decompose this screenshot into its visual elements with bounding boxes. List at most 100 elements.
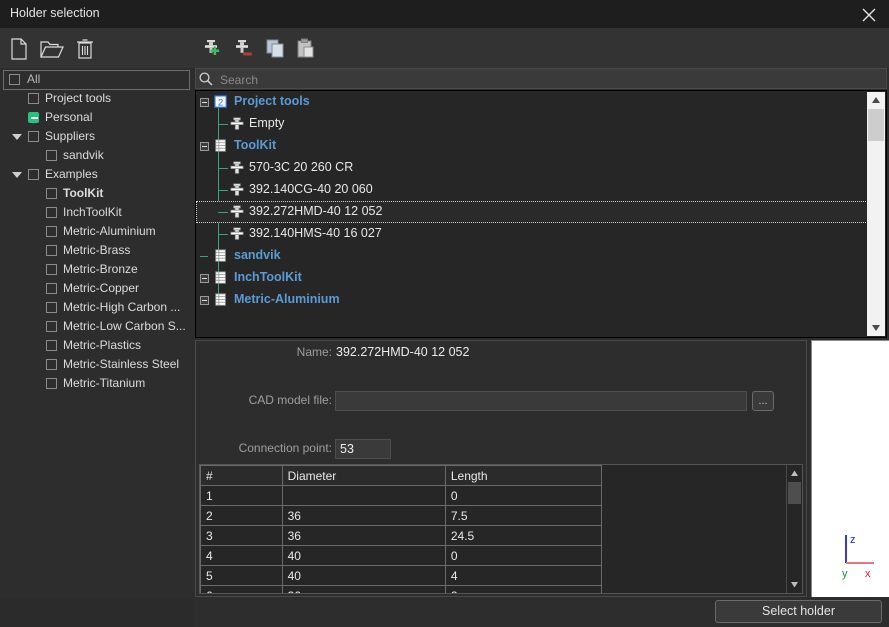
table-cell[interactable]: 36 (282, 506, 445, 526)
table-cell[interactable]: 6 (201, 586, 283, 595)
checkbox-metric-brass[interactable] (46, 245, 57, 256)
table-cell[interactable]: 24.5 (445, 526, 601, 546)
tree-node-project-tools[interactable]: 2Project tools (196, 91, 868, 113)
table-cell[interactable] (282, 486, 445, 506)
filter-item-personal[interactable]: Personal (2, 109, 191, 128)
checkbox-metric-aluminium[interactable] (46, 226, 57, 237)
checkbox-metric-titanium[interactable] (46, 378, 57, 389)
close-button[interactable] (849, 0, 889, 28)
checkbox-suppliers[interactable] (28, 131, 39, 142)
checkbox-toolkit[interactable] (46, 188, 57, 199)
new-document-icon[interactable] (6, 36, 32, 62)
table-row[interactable]: 2367.5 (201, 506, 602, 526)
steps-table[interactable]: #DiameterLength102367.533624.54400540463… (200, 465, 602, 594)
table-row[interactable]: 5404 (201, 566, 602, 586)
checkbox-metric-high-carbon[interactable] (46, 302, 57, 313)
checkbox-all[interactable] (9, 74, 20, 85)
holder-3d-viewport[interactable]: z y x (811, 340, 889, 597)
table-row[interactable]: 10 (201, 486, 602, 506)
tree-node-392-140cg-40-20-060[interactable]: 392.140CG-40 20 060 (196, 179, 868, 201)
checkbox-metric-low-carbon-s[interactable] (46, 321, 57, 332)
collapse-toggle-icon[interactable] (200, 296, 209, 305)
tree-node-inchtoolkit[interactable]: InchToolKit (196, 267, 868, 289)
table-scroll-down-icon[interactable] (787, 577, 802, 592)
filter-item-metric-aluminium[interactable]: Metric-Aluminium (2, 223, 191, 242)
holder-tree[interactable]: 2Project toolsEmptyToolKit570-3C 20 260 … (196, 91, 868, 337)
table-scroll-up-icon[interactable] (787, 466, 802, 481)
tree-scroll-thumb[interactable] (868, 109, 884, 141)
tree-node-toolkit[interactable]: ToolKit (196, 135, 868, 157)
search-bar[interactable] (195, 68, 887, 89)
table-cell[interactable]: 5 (201, 566, 283, 586)
checkbox-examples[interactable] (28, 169, 39, 180)
table-cell[interactable]: 40 (282, 566, 445, 586)
collapse-toggle-icon[interactable] (200, 98, 209, 107)
filter-item-metric-titanium[interactable]: Metric-Titanium (2, 375, 191, 394)
filter-item-metric-low-carbon-s[interactable]: Metric-Low Carbon S... (2, 318, 191, 337)
checkbox-metric-plastics[interactable] (46, 340, 57, 351)
table-cell[interactable]: 3 (201, 526, 283, 546)
search-input[interactable] (218, 70, 882, 89)
checkbox-metric-copper[interactable] (46, 283, 57, 294)
open-folder-icon[interactable] (38, 36, 64, 62)
expand-twisty-icon[interactable] (12, 172, 22, 178)
column-header-diameter[interactable]: Diameter (282, 466, 445, 486)
filter-item-metric-bronze[interactable]: Metric-Bronze (2, 261, 191, 280)
checkbox-inchtoolkit[interactable] (46, 207, 57, 218)
cad-model-input[interactable] (335, 391, 747, 411)
tree-node-570-3c-20-260-cr[interactable]: 570-3C 20 260 CR (196, 157, 868, 179)
table-cell[interactable]: 2 (445, 586, 601, 595)
checkbox-personal[interactable] (28, 112, 39, 123)
collapse-toggle-icon[interactable] (200, 142, 209, 151)
filter-item-sandvik[interactable]: sandvik (2, 147, 191, 166)
add-holder-icon[interactable] (200, 36, 226, 62)
filter-item-metric-plastics[interactable]: Metric-Plastics (2, 337, 191, 356)
tree-node-metric-aluminium[interactable]: Metric-Aluminium (196, 289, 868, 311)
scroll-up-icon[interactable] (867, 92, 885, 108)
table-row[interactable]: 4400 (201, 546, 602, 566)
filter-item-suppliers[interactable]: Suppliers (2, 128, 191, 147)
tree-node-392-272hmd-40-12-052[interactable]: 392.272HMD-40 12 052 (196, 201, 868, 223)
tree-scrollbar[interactable] (867, 92, 885, 336)
filter-item-examples[interactable]: Examples (2, 166, 191, 185)
filter-item-all[interactable]: All (3, 70, 190, 90)
table-cell[interactable]: 40 (282, 546, 445, 566)
tree-node-empty[interactable]: Empty (196, 113, 868, 135)
filter-item-inchtoolkit[interactable]: InchToolKit (2, 204, 191, 223)
connection-point-input[interactable]: 53 (335, 439, 391, 459)
paste-icon[interactable] (293, 36, 319, 62)
table-scroll-thumb[interactable] (788, 482, 801, 504)
table-cell[interactable]: 36 (282, 526, 445, 546)
table-cell[interactable]: 36 (282, 586, 445, 595)
remove-holder-icon[interactable] (231, 36, 257, 62)
scroll-down-icon[interactable] (867, 320, 885, 336)
filter-item-project-tools[interactable]: Project tools (2, 90, 191, 109)
copy-icon[interactable] (263, 36, 289, 62)
table-cell[interactable]: 2 (201, 506, 283, 526)
column-header-length[interactable]: Length (445, 466, 601, 486)
cad-browse-button[interactable]: ... (752, 391, 774, 411)
checkbox-project-tools[interactable] (28, 93, 39, 104)
filter-item-metric-copper[interactable]: Metric-Copper (2, 280, 191, 299)
table-row[interactable]: 6362 (201, 586, 602, 595)
table-cell[interactable]: 0 (445, 486, 601, 506)
collapse-toggle-icon[interactable] (200, 274, 209, 283)
table-cell[interactable]: 7.5 (445, 506, 601, 526)
filter-item-metric-brass[interactable]: Metric-Brass (2, 242, 191, 261)
tree-node-392-140hms-40-16-027[interactable]: 392.140HMS-40 16 027 (196, 223, 868, 245)
filter-item-toolkit[interactable]: ToolKit (2, 185, 191, 204)
filter-item-metric-stainless-steel[interactable]: Metric-Stainless Steel (2, 356, 191, 375)
table-row[interactable]: 33624.5 (201, 526, 602, 546)
expand-twisty-icon[interactable] (12, 134, 22, 140)
steps-table-scrollbar[interactable] (786, 465, 802, 593)
tree-node-sandvik[interactable]: sandvik (196, 245, 868, 267)
select-holder-button[interactable]: Select holder (715, 600, 882, 623)
column-header-[interactable]: # (201, 466, 283, 486)
filter-item-metric-high-carbon[interactable]: Metric-High Carbon ... (2, 299, 191, 318)
table-cell[interactable]: 0 (445, 546, 601, 566)
table-cell[interactable]: 4 (445, 566, 601, 586)
table-cell[interactable]: 1 (201, 486, 283, 506)
delete-trash-icon[interactable] (72, 36, 98, 62)
checkbox-sandvik[interactable] (46, 150, 57, 161)
checkbox-metric-bronze[interactable] (46, 264, 57, 275)
